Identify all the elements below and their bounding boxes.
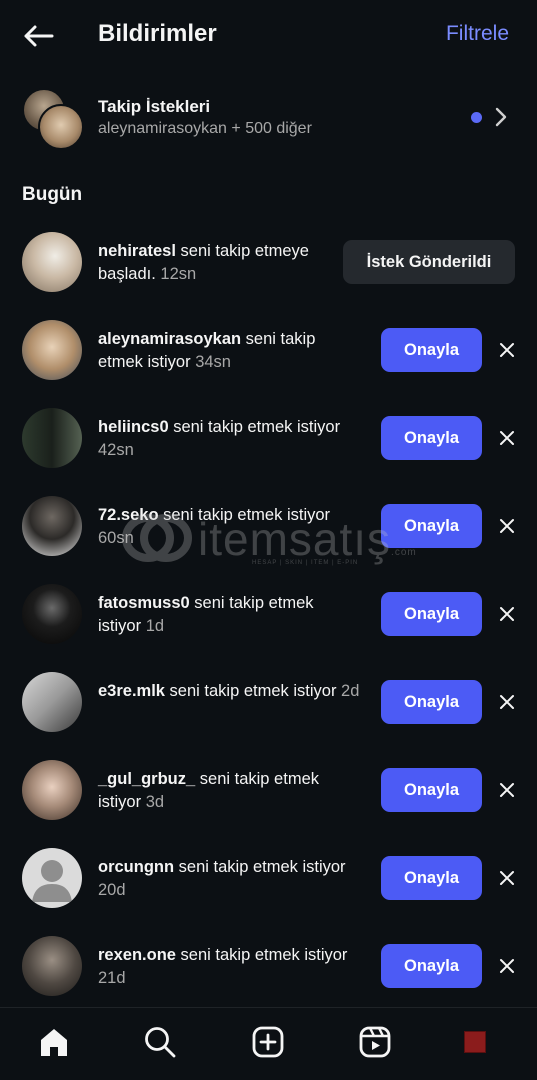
bottom-nav <box>0 1007 537 1080</box>
avatar[interactable] <box>22 936 82 996</box>
request-sent-button[interactable]: İstek Gönderildi <box>343 240 515 284</box>
approve-button[interactable]: Onayla <box>381 592 482 636</box>
search-icon[interactable] <box>140 1022 180 1062</box>
username[interactable]: fatosmuss0 <box>98 594 190 612</box>
username[interactable]: e3re.mlk <box>98 682 165 700</box>
create-icon[interactable] <box>248 1022 288 1062</box>
avatar[interactable] <box>22 584 82 644</box>
list-item: orcungnn seni takip etmek istiyor 20d On… <box>0 834 537 922</box>
list-item: aleynamirasoykan seni takip etmek istiyo… <box>0 306 537 394</box>
close-icon[interactable] <box>497 516 517 536</box>
follow-requests-title: Takip İstekleri <box>98 97 211 116</box>
home-icon[interactable] <box>34 1022 74 1062</box>
close-icon[interactable] <box>497 604 517 624</box>
username[interactable]: nehiratesl <box>98 242 176 260</box>
close-icon[interactable] <box>497 340 517 360</box>
timestamp: 1d <box>145 617 165 635</box>
unread-dot <box>471 112 482 123</box>
notification-list: nehiratesl seni takip etmeye başladı. 12… <box>0 218 537 1010</box>
approve-button[interactable]: Onayla <box>381 328 482 372</box>
approve-button[interactable]: Onayla <box>381 416 482 460</box>
close-icon[interactable] <box>497 780 517 800</box>
page-title: Bildirimler <box>98 20 217 47</box>
approve-button[interactable]: Onayla <box>381 768 482 812</box>
avatar[interactable] <box>22 232 82 292</box>
list-item: rexen.one seni takip etmek istiyor 21d O… <box>0 922 537 1010</box>
follow-requests-row[interactable]: Takip İstekleri aleynamirasoykan + 500 d… <box>0 80 537 160</box>
avatar[interactable] <box>22 672 82 732</box>
profile-avatar[interactable] <box>455 1022 495 1062</box>
default-avatar-icon[interactable] <box>22 848 82 908</box>
close-icon[interactable] <box>497 868 517 888</box>
list-item: e3re.mlk seni takip etmek istiyor 2d Ona… <box>0 658 537 746</box>
approve-button[interactable]: Onayla <box>381 680 482 724</box>
list-item: 72.seko seni takip etmek istiyor 60sn On… <box>0 482 537 570</box>
avatar[interactable] <box>22 320 82 380</box>
list-item: heliincs0 seni takip etmek istiyor 42sn … <box>0 394 537 482</box>
username[interactable]: _gul_grbuz_ <box>98 770 195 788</box>
avatar <box>464 1031 486 1053</box>
chevron-right-icon <box>494 106 508 133</box>
timestamp: 20d <box>98 881 126 899</box>
approve-button[interactable]: Onayla <box>381 504 482 548</box>
reels-icon[interactable] <box>355 1022 395 1062</box>
timestamp: 12sn <box>160 265 197 283</box>
username[interactable]: heliincs0 <box>98 418 169 436</box>
close-icon[interactable] <box>497 956 517 976</box>
close-icon[interactable] <box>497 692 517 712</box>
close-icon[interactable] <box>497 428 517 448</box>
header: Bildirimler Filtrele <box>0 0 537 72</box>
username[interactable]: aleynamirasoykan <box>98 330 241 348</box>
timestamp: 2d <box>341 682 360 700</box>
avatar[interactable] <box>22 760 82 820</box>
approve-button[interactable]: Onayla <box>381 856 482 900</box>
timestamp: 34sn <box>195 353 231 371</box>
filter-button[interactable]: Filtrele <box>446 22 509 46</box>
username[interactable]: 72.seko <box>98 506 159 524</box>
list-item: nehiratesl seni takip etmeye başladı. 12… <box>0 218 537 306</box>
timestamp: 60sn <box>98 529 134 547</box>
username[interactable]: rexen.one <box>98 946 176 964</box>
back-arrow-icon[interactable] <box>18 18 58 54</box>
timestamp: 3d <box>145 793 165 811</box>
section-title-today: Bugün <box>22 184 83 205</box>
timestamp: 42sn <box>98 441 134 459</box>
avatar[interactable] <box>22 496 82 556</box>
approve-button[interactable]: Onayla <box>381 944 482 988</box>
timestamp: 21d <box>98 969 126 987</box>
list-item: _gul_grbuz_ seni takip etmek istiyor 3d … <box>0 746 537 834</box>
follow-requests-subtitle: aleynamirasoykan + 500 diğer <box>98 120 312 137</box>
list-item: fatosmuss0 seni takip etmek istiyor 1d O… <box>0 570 537 658</box>
username[interactable]: orcungnn <box>98 858 174 876</box>
avatar <box>38 104 84 150</box>
avatar[interactable] <box>22 408 82 468</box>
